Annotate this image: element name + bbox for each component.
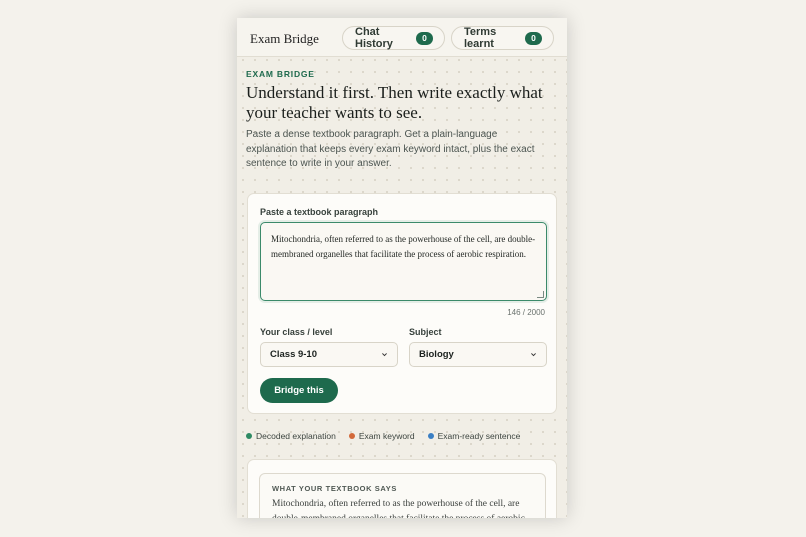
- terms-learnt-count-badge: 0: [525, 31, 542, 45]
- result-card: WHAT YOUR TEXTBOOK SAYS Mitochondria, of…: [247, 459, 557, 518]
- terms-learnt-button[interactable]: Terms learnt 0: [451, 26, 554, 50]
- paragraph-text: Mitochondria, often referred to as the p…: [271, 234, 536, 259]
- legend-label: Exam keyword: [358, 431, 415, 441]
- app-window: Exam Bridge Chat History 0 Terms learnt …: [237, 18, 567, 518]
- legend-dot-icon: [246, 433, 252, 439]
- char-counter: 146 / 2000: [507, 308, 545, 317]
- bridge-this-button[interactable]: Bridge this: [260, 378, 338, 403]
- legend-item-exam-sentence: Exam-ready sentence: [427, 431, 521, 441]
- legend-item-keyword: Exam keyword: [348, 431, 415, 441]
- page-subtitle: Paste a dense textbook paragraph. Get a …: [246, 129, 535, 169]
- textbook-says-heading: WHAT YOUR TEXTBOOK SAYS: [272, 484, 397, 493]
- top-bar: Exam Bridge Chat History 0 Terms learnt …: [237, 18, 567, 57]
- legend-item-decoded: Decoded explanation: [246, 431, 336, 441]
- brand-logo[interactable]: Exam Bridge: [250, 31, 319, 47]
- chevron-down-icon: [531, 353, 536, 357]
- class-select-value: Class 9-10: [270, 349, 318, 360]
- terms-learnt-label: Terms learnt: [464, 26, 497, 50]
- chat-history-button[interactable]: Chat History 0: [342, 26, 445, 50]
- resize-handle-icon[interactable]: [537, 291, 544, 298]
- legend-label: Exam-ready sentence: [437, 431, 521, 441]
- class-select[interactable]: Class 9-10: [260, 342, 398, 367]
- legend-dot-icon: [348, 433, 355, 439]
- page-title: Understand it first. Then write exactly …: [246, 83, 543, 122]
- paragraph-textarea[interactable]: Mitochondria, often referred to as the p…: [260, 222, 547, 301]
- subject-label: Subject: [409, 327, 442, 337]
- legend-label: Decoded explanation: [256, 431, 336, 441]
- paragraph-label: Paste a textbook paragraph: [260, 207, 379, 217]
- subject-select-value: Biology: [419, 349, 454, 360]
- legend-dot-icon: [427, 433, 434, 439]
- chevron-down-icon: [382, 353, 387, 357]
- chat-history-count-badge: 0: [416, 31, 433, 45]
- textbook-says-text: Mitochondria, often referred to as the p…: [272, 499, 525, 518]
- subject-select[interactable]: Biology: [409, 342, 547, 367]
- input-card: Paste a textbook paragraph Mitochondria,…: [247, 193, 557, 414]
- textbook-says-panel: WHAT YOUR TEXTBOOK SAYS Mitochondria, of…: [259, 473, 546, 518]
- legend: Decoded explanation Exam keyword Exam-re…: [246, 431, 520, 441]
- class-label: Your class / level: [260, 327, 333, 337]
- hero-eyebrow: EXAM BRIDGE: [246, 69, 315, 79]
- chat-history-label: Chat History: [355, 26, 393, 50]
